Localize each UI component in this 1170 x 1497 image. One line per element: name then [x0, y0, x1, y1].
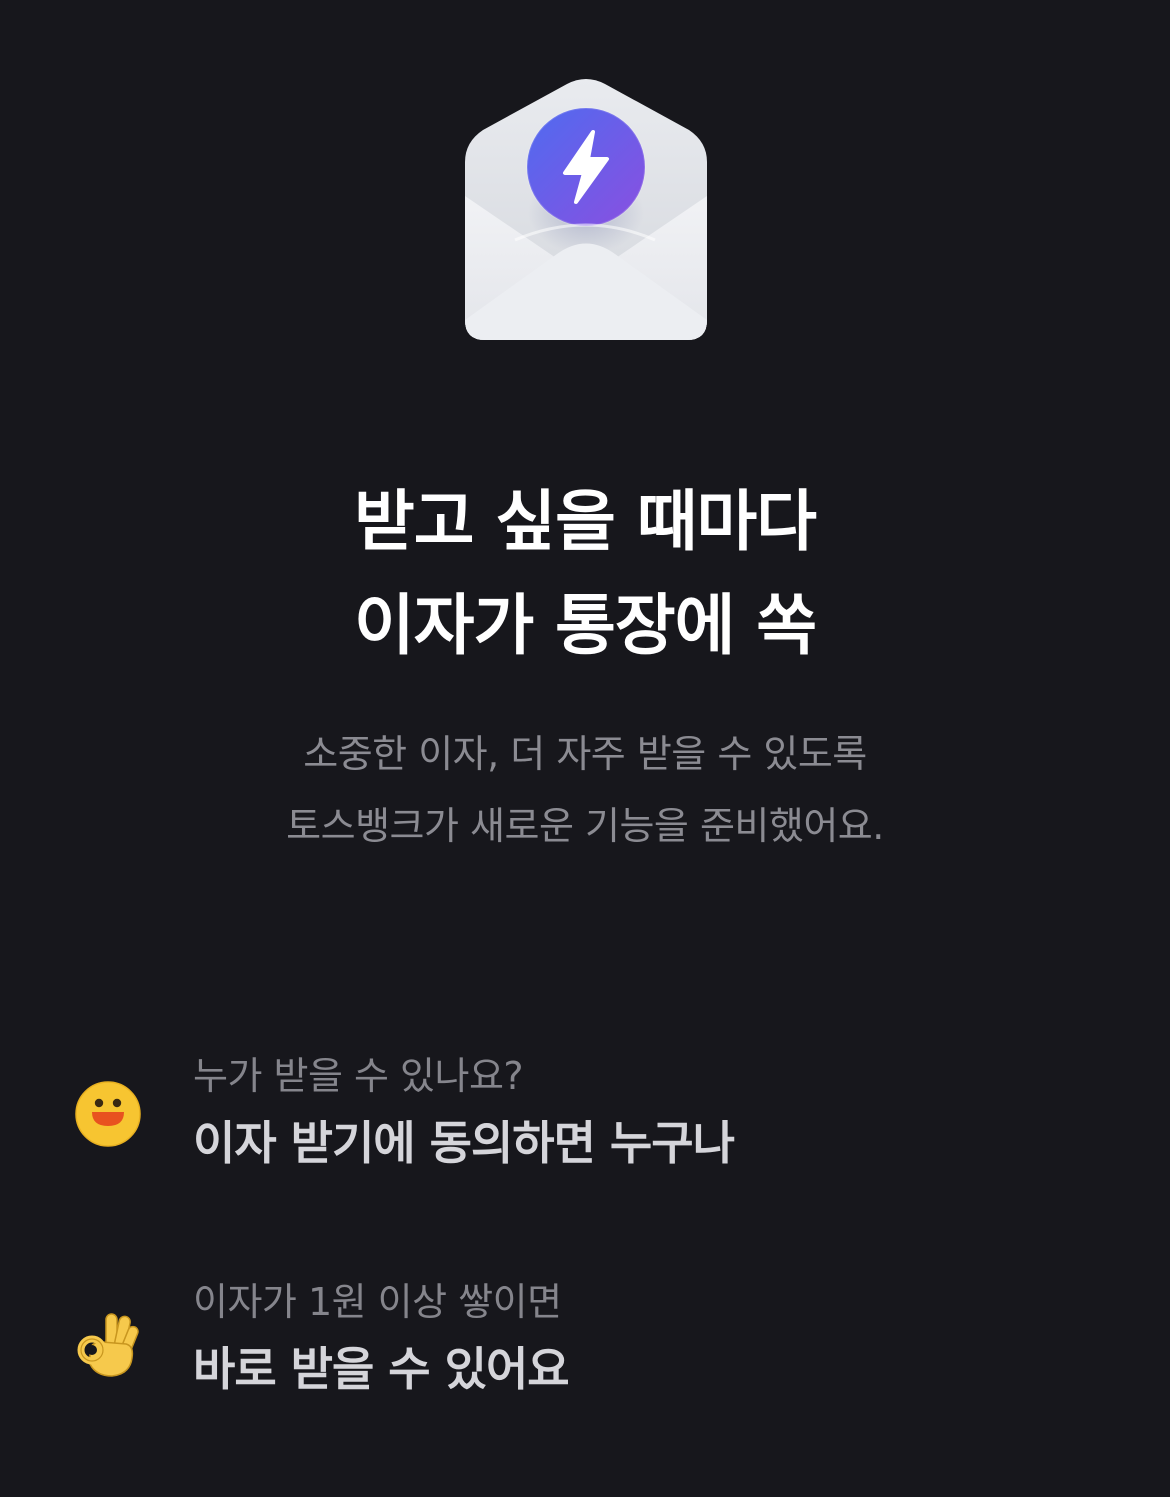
- info-item-caption: 이자가 1원 이상 쌓이면: [193, 1280, 562, 1324]
- info-item-value: 바로 받을 수 있어요: [193, 1342, 570, 1396]
- page-description-line-2: 토스뱅크가 새로운 기능을 준비했어요.: [286, 804, 884, 848]
- info-item-caption: 누가 받을 수 있나요?: [193, 1054, 524, 1098]
- info-item-eligibility: 누가 받을 수 있나요? 이자 받기에 동의하면 누구나: [0, 1048, 1170, 1188]
- page-description-line-1: 소중한 이자, 더 자주 받을 수 있도록: [303, 732, 867, 776]
- page-title: 받고 싶을 때마다 이자가 통장에 쏙: [0, 470, 1170, 678]
- page-title-line-2: 이자가 통장에 쏙: [354, 587, 817, 664]
- page-description: 소중한 이자, 더 자주 받을 수 있도록 토스뱅크가 새로운 기능을 준비했어…: [0, 718, 1170, 862]
- page-title-line-1: 받고 싶을 때마다: [354, 483, 817, 560]
- envelope-with-lightning-coin-icon: [455, 70, 717, 350]
- ok-hand-icon: [72, 1308, 144, 1380]
- info-item-condition: 이자가 1원 이상 쌓이면 바로 받을 수 있어요: [0, 1274, 1170, 1414]
- info-item-value: 이자 받기에 동의하면 누구나: [193, 1116, 735, 1170]
- smiling-face-icon: [72, 1078, 144, 1150]
